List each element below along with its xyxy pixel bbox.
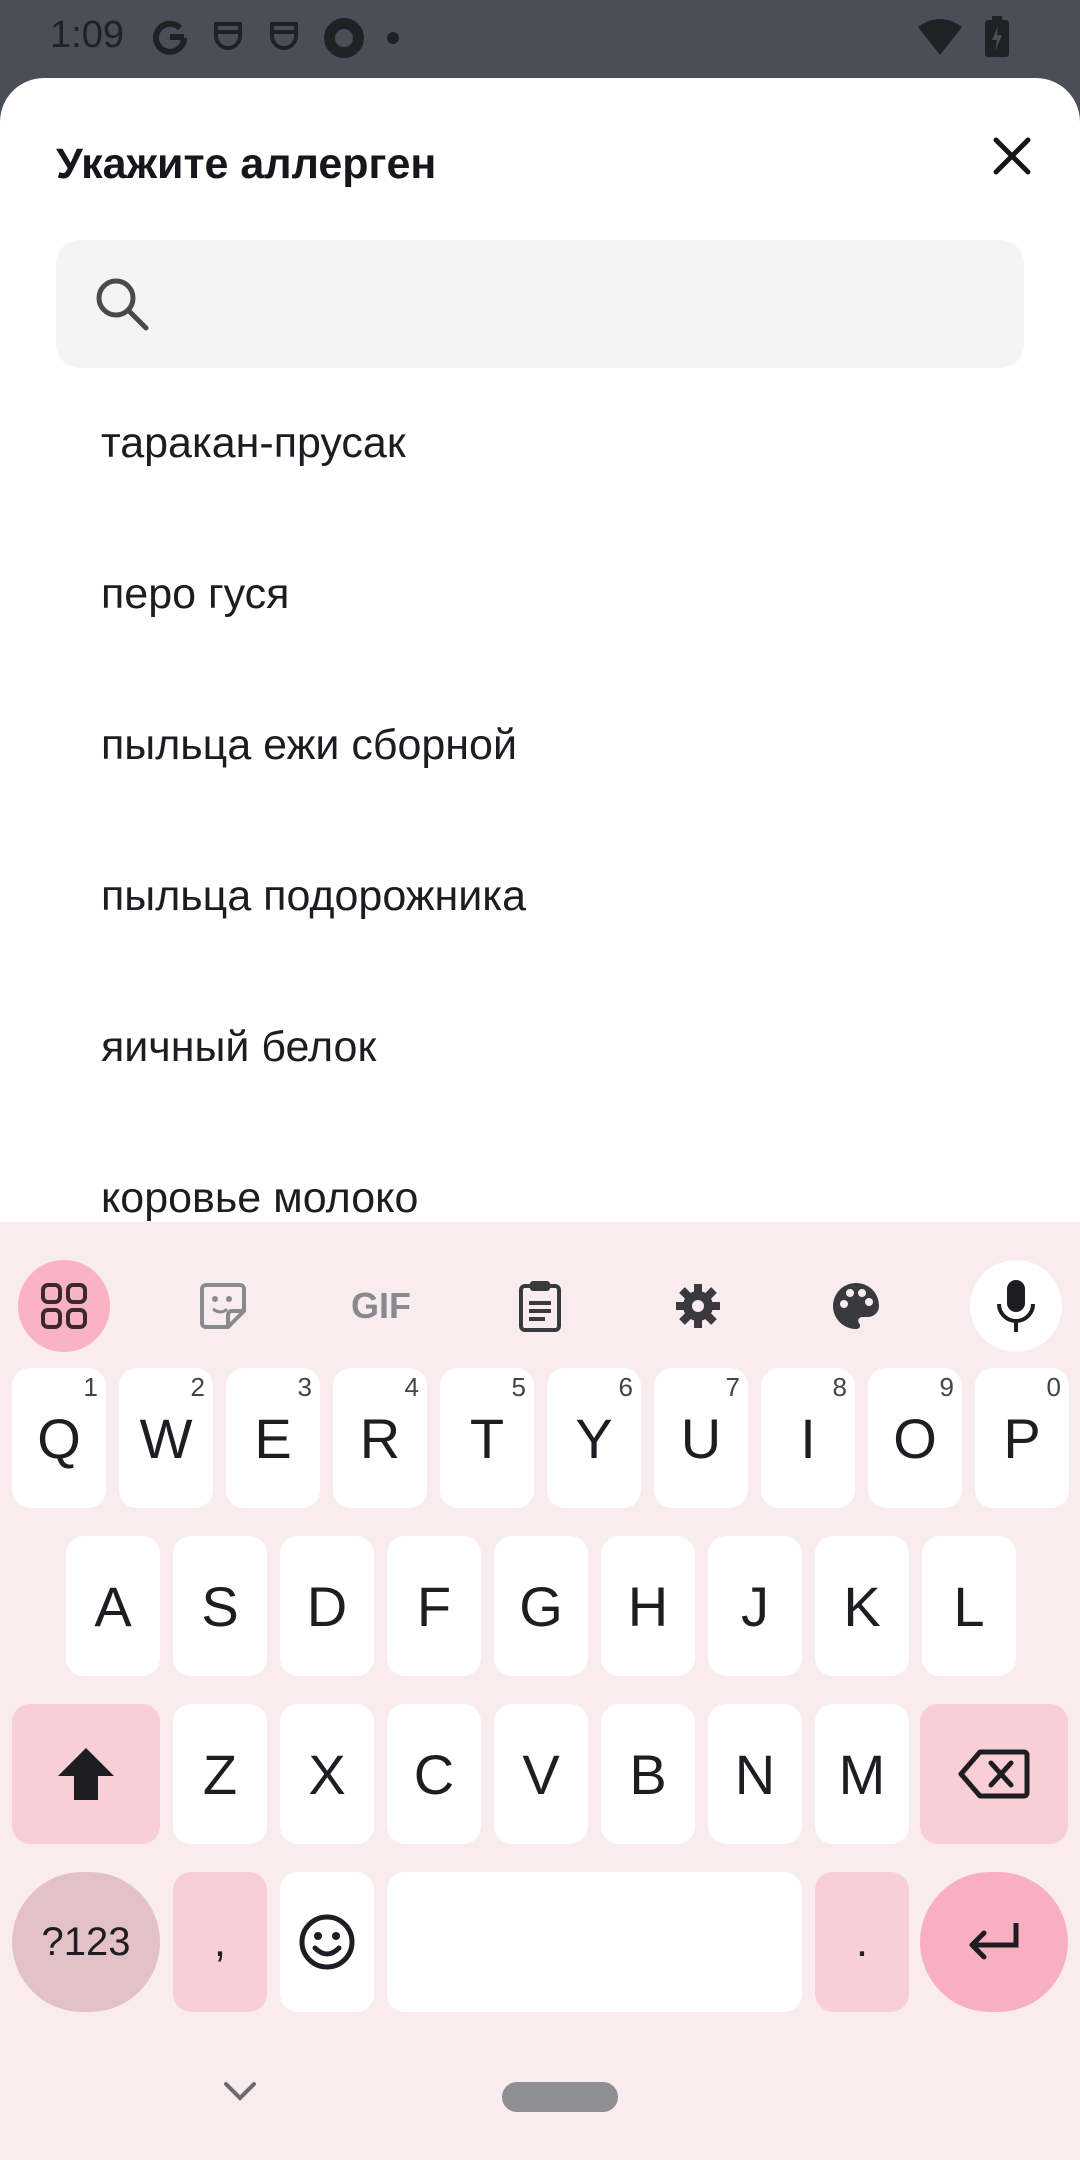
- key-label: W: [139, 1406, 193, 1470]
- key-z[interactable]: Z: [173, 1704, 267, 1844]
- hide-keyboard-button[interactable]: [222, 2080, 258, 2107]
- chevron-down-icon: [224, 2082, 256, 2101]
- voice-input-button[interactable]: [970, 1260, 1062, 1352]
- home-gesture-handle[interactable]: [502, 2082, 618, 2112]
- key-hint: 8: [832, 1372, 847, 1402]
- battery-icon: [984, 16, 1010, 63]
- enter-icon: [969, 1923, 1019, 1960]
- close-icon: [993, 137, 1031, 175]
- key-p[interactable]: P0: [975, 1368, 1069, 1508]
- key-s[interactable]: S: [173, 1536, 267, 1676]
- list-item[interactable]: пыльца ежи сборной: [0, 670, 1080, 821]
- shift-icon: [58, 1748, 114, 1800]
- key-c[interactable]: C: [387, 1704, 481, 1844]
- key-d[interactable]: D: [280, 1536, 374, 1676]
- key-y[interactable]: Y6: [547, 1368, 641, 1508]
- search-icon: [96, 278, 149, 331]
- key-hint: 9: [939, 1372, 954, 1402]
- key-j[interactable]: J: [708, 1536, 802, 1676]
- key-o[interactable]: O9: [868, 1368, 962, 1508]
- key-label: U: [680, 1406, 722, 1470]
- dot-icon: [386, 31, 400, 50]
- key-label: Q: [37, 1406, 81, 1470]
- theme-button[interactable]: [810, 1260, 902, 1352]
- key-label: R: [359, 1406, 401, 1470]
- key-label: O: [893, 1406, 937, 1470]
- gif-button[interactable]: GIF: [335, 1260, 427, 1352]
- vpn-icon: [322, 16, 366, 65]
- key-k[interactable]: K: [815, 1536, 909, 1676]
- key-g[interactable]: G: [494, 1536, 588, 1676]
- key-label: I: [800, 1406, 816, 1470]
- shift-key[interactable]: [12, 1704, 160, 1844]
- space-key[interactable]: [387, 1872, 802, 2012]
- key-hint: 4: [404, 1372, 419, 1402]
- sticker-icon: [200, 1283, 246, 1329]
- keyboard-toolbar: GIF: [0, 1222, 1080, 1352]
- key-i[interactable]: I8: [761, 1368, 855, 1508]
- wifi-icon: [918, 19, 962, 60]
- enter-key[interactable]: [920, 1872, 1068, 2012]
- key-n[interactable]: N: [708, 1704, 802, 1844]
- key-m[interactable]: M: [815, 1704, 909, 1844]
- emoji-key[interactable]: [280, 1872, 374, 2012]
- list-item[interactable]: коровье молоко: [0, 1123, 1080, 1222]
- clipboard-icon: [519, 1281, 561, 1332]
- sheet-title: Укажите аллерген: [56, 140, 437, 188]
- emoji-icon: [299, 1914, 355, 1970]
- palette-icon: [833, 1283, 879, 1329]
- key-hint: 1: [83, 1372, 98, 1402]
- sticker-button[interactable]: [177, 1260, 269, 1352]
- symbols-key[interactable]: ?123: [12, 1872, 160, 2012]
- allergen-list: таракан-прусак перо гуся пыльца ежи сбор…: [0, 368, 1080, 1222]
- apps-grid-icon: [41, 1283, 87, 1329]
- backspace-key[interactable]: [920, 1704, 1068, 1844]
- key-f[interactable]: F: [387, 1536, 481, 1676]
- search-input[interactable]: [166, 270, 990, 340]
- key-label: T: [469, 1406, 505, 1470]
- key-label: Y: [575, 1406, 613, 1470]
- settings-button[interactable]: [652, 1260, 744, 1352]
- key-hint: 5: [511, 1372, 526, 1402]
- list-item[interactable]: пыльца подорожника: [0, 821, 1080, 972]
- backspace-icon: [958, 1749, 1030, 1799]
- clipboard-button[interactable]: [494, 1260, 586, 1352]
- apps-button[interactable]: [18, 1260, 110, 1352]
- list-item[interactable]: перо гуся: [0, 519, 1080, 670]
- key-u[interactable]: U7: [654, 1368, 748, 1508]
- status-bar: 1:09: [0, 0, 1080, 78]
- soft-keyboard: G I F Q 1 W 2 E 3 R 4 T 5 Y 6 U 7 I 8 O 9 …: [0, 1222, 1080, 2160]
- key-v[interactable]: V: [494, 1704, 588, 1844]
- key-hint: 3: [297, 1372, 312, 1402]
- list-item[interactable]: яичный белок: [0, 972, 1080, 1123]
- period-key[interactable]: .: [815, 1872, 909, 2012]
- key-hint: 0: [1046, 1372, 1061, 1402]
- comma-key[interactable]: ,: [173, 1872, 267, 2012]
- list-item[interactable]: таракан-прусак: [0, 368, 1080, 519]
- allergen-sheet: Укажите аллерген таракан-прусак перо гус…: [0, 78, 1080, 1222]
- key-b[interactable]: B: [601, 1704, 695, 1844]
- key-q[interactable]: Q1: [12, 1368, 106, 1508]
- key-hint: 6: [618, 1372, 633, 1402]
- key-r[interactable]: R4: [333, 1368, 427, 1508]
- notification-face-icon: [266, 18, 302, 63]
- settings-icon: [676, 1284, 720, 1328]
- google-icon: [150, 18, 190, 63]
- key-a[interactable]: A: [66, 1536, 160, 1676]
- key-h[interactable]: H: [601, 1536, 695, 1676]
- key-label: P: [1003, 1406, 1041, 1470]
- key-t[interactable]: T5: [440, 1368, 534, 1508]
- key-hint: 7: [725, 1372, 740, 1402]
- key-x[interactable]: X: [280, 1704, 374, 1844]
- key-w[interactable]: W2: [119, 1368, 213, 1508]
- notification-face-icon: [210, 18, 246, 63]
- status-time: 1:09: [50, 14, 124, 56]
- search-box[interactable]: [56, 240, 1024, 368]
- key-hint: 2: [190, 1372, 205, 1402]
- key-l[interactable]: L: [922, 1536, 1016, 1676]
- key-label: E: [254, 1406, 292, 1470]
- microphone-icon: [997, 1280, 1035, 1332]
- key-e[interactable]: E3: [226, 1368, 320, 1508]
- close-button[interactable]: [982, 126, 1042, 186]
